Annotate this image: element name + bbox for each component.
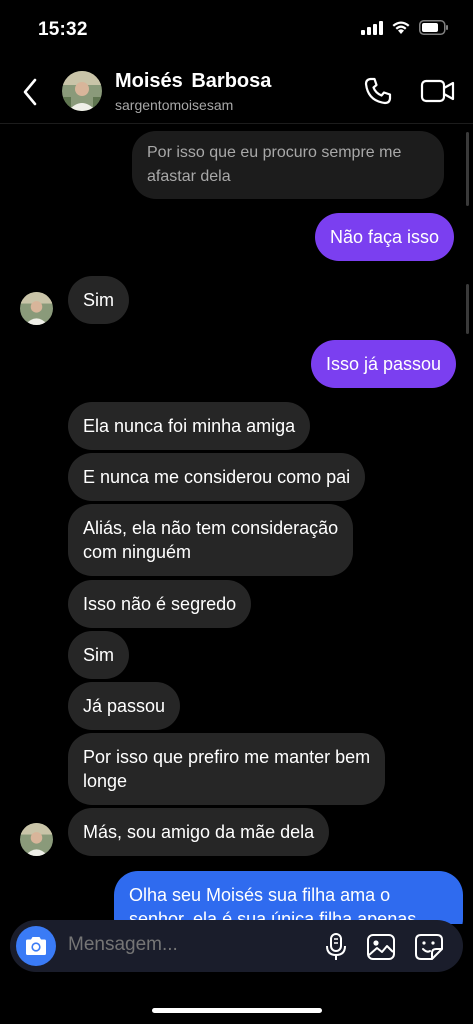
incoming-message[interactable]: Sim bbox=[68, 276, 129, 324]
status-icons bbox=[361, 20, 449, 35]
incoming-message[interactable]: Ela nunca foi minha amiga bbox=[68, 402, 311, 450]
incoming-message[interactable]: Sim bbox=[68, 631, 129, 679]
status-time: 15:32 bbox=[38, 19, 88, 40]
outgoing-message[interactable]: Isso já passou bbox=[311, 340, 457, 388]
message-text: afastar dela bbox=[147, 168, 231, 185]
voice-call-button[interactable] bbox=[362, 75, 394, 107]
camera-icon bbox=[26, 937, 46, 955]
image-icon bbox=[367, 934, 395, 960]
incoming-message[interactable]: Por isso que prefiro me manter bem longe bbox=[68, 733, 386, 805]
sticker-icon bbox=[415, 934, 443, 960]
contact-username[interactable]: sargentomoisesam bbox=[115, 97, 233, 113]
back-button[interactable] bbox=[16, 76, 44, 108]
chat-header: Moisés Barbosa sargentomoisesam bbox=[0, 60, 473, 124]
video-camera-icon bbox=[420, 79, 455, 103]
sticker-button[interactable] bbox=[413, 932, 445, 962]
battery-icon bbox=[419, 20, 448, 35]
outgoing-message[interactable]: Olha seu Moisés sua filha ama o senhor, … bbox=[114, 871, 463, 924]
status-bar: 15:32 bbox=[0, 0, 473, 60]
message-text: longe bbox=[83, 771, 128, 791]
camera-button[interactable] bbox=[16, 926, 56, 966]
message-composer bbox=[10, 920, 463, 972]
scrollbar[interactable] bbox=[466, 284, 469, 334]
incoming-message[interactable]: Já passou bbox=[68, 682, 181, 730]
video-call-button[interactable] bbox=[420, 75, 456, 107]
incoming-message[interactable]: Isso não é segredo bbox=[68, 580, 252, 628]
scrollbar[interactable] bbox=[466, 132, 469, 206]
incoming-message[interactable]: Aliás, ela não tem consideração com ning… bbox=[68, 504, 354, 576]
home-indicator[interactable] bbox=[152, 1008, 322, 1013]
back-icon bbox=[23, 78, 37, 106]
contact-name[interactable]: Moisés Barbosa bbox=[115, 70, 271, 93]
gallery-button[interactable] bbox=[365, 932, 397, 962]
contact-avatar[interactable] bbox=[62, 71, 102, 111]
message-text: Aliás, ela não tem consideração bbox=[83, 518, 339, 538]
wifi-icon bbox=[392, 21, 410, 34]
message-thread[interactable]: Por isso que eu procuro sempre me afasta… bbox=[0, 124, 473, 924]
outgoing-message[interactable]: Não faça isso bbox=[315, 213, 455, 261]
message-text: com ninguém bbox=[83, 542, 192, 562]
incoming-message[interactable]: Más, sou amigo da mãe dela bbox=[68, 808, 330, 856]
message-text: Por isso que prefiro me manter bem bbox=[83, 747, 371, 767]
message-text: Por isso que eu procuro sempre me bbox=[147, 144, 402, 161]
replied-message[interactable]: Por isso que eu procuro sempre me afasta… bbox=[132, 131, 444, 199]
incoming-message[interactable]: E nunca me considerou como pai bbox=[68, 453, 366, 501]
sender-avatar bbox=[20, 823, 53, 856]
message-text: Olha seu Moisés sua filha ama o bbox=[129, 885, 391, 905]
voice-message-button[interactable] bbox=[322, 932, 350, 962]
sender-avatar bbox=[20, 292, 53, 325]
microphone-icon bbox=[326, 933, 346, 960]
message-input[interactable] bbox=[68, 934, 288, 956]
phone-icon bbox=[364, 77, 392, 105]
signal-icon bbox=[361, 20, 383, 35]
